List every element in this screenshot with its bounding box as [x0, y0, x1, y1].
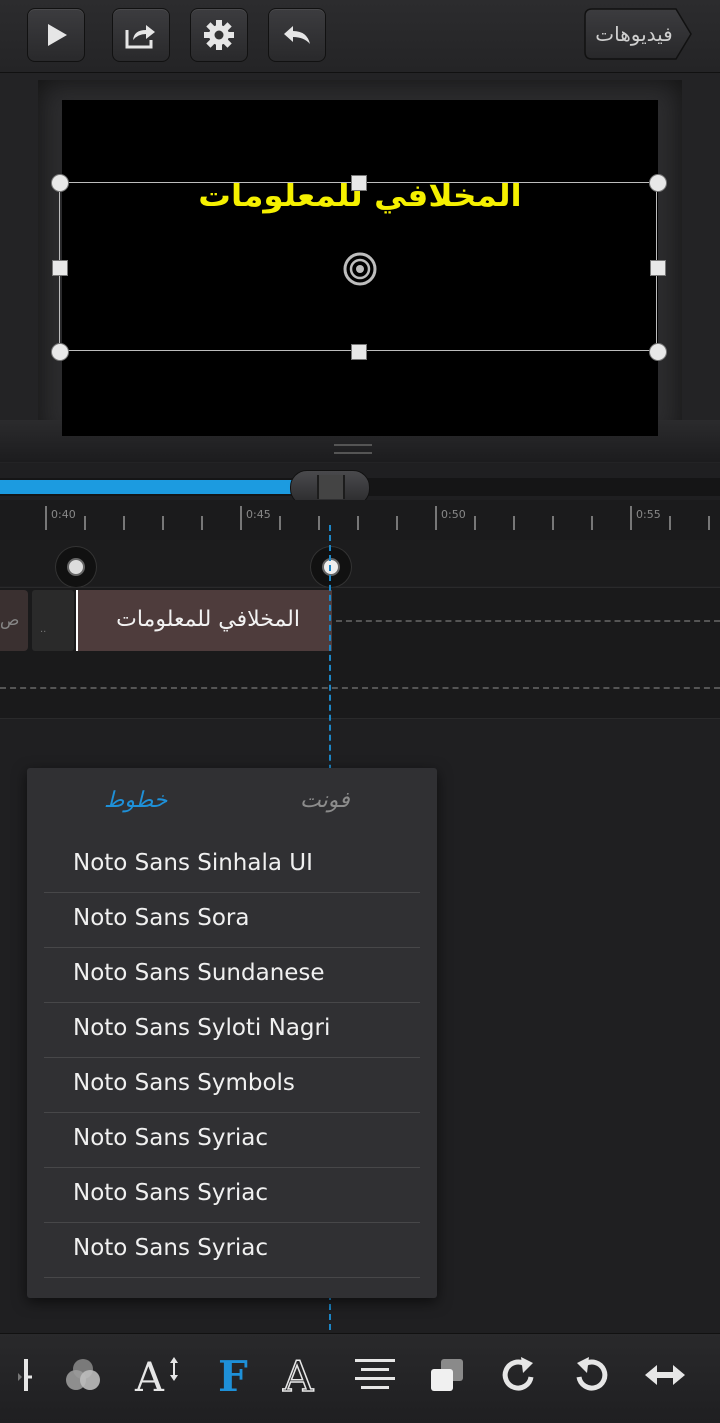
font-item-label: Noto Sans Sinhala UI [73, 850, 313, 876]
ruler-time-label: 0:40 [51, 508, 76, 521]
svg-text:A: A [134, 1355, 165, 1397]
undo-icon [284, 26, 310, 44]
resize-handle-bottom-right[interactable] [649, 343, 667, 361]
ruler-time-label: 0:55 [636, 508, 661, 521]
font-item-label: Noto Sans Syloti Nagri [73, 1015, 331, 1041]
font-icon: F [218, 1353, 248, 1397]
rotate-button[interactable] [564, 1350, 618, 1400]
resize-handle-top[interactable] [351, 175, 367, 191]
blend-icon [66, 1359, 100, 1390]
ruler-minor-tick [513, 516, 515, 530]
font-item[interactable]: Noto Sans Sinhala UI [44, 838, 420, 893]
font-item-label: Noto Sans Syriac [73, 1180, 269, 1206]
ruler-minor-tick [201, 516, 203, 530]
ruler-minor-tick [279, 516, 281, 530]
keyframe-row [0, 540, 720, 586]
ruler-time-label: 0:50 [441, 508, 466, 521]
ruler-major-tick [240, 506, 242, 530]
ruler-time-label: 0:45 [246, 508, 271, 521]
font-item-label: Noto Sans Sora [73, 905, 250, 931]
resize-handle-bottom-left[interactable] [51, 343, 69, 361]
ruler-minor-tick [669, 516, 671, 530]
ruler-minor-tick [708, 516, 710, 530]
ruler-minor-tick [162, 516, 164, 530]
keyframe-start[interactable] [56, 547, 96, 587]
ruler-major-tick [435, 506, 437, 530]
ruler-minor-tick [552, 516, 554, 530]
clip-title-text[interactable]: المخلافي للمعلومات [76, 590, 332, 651]
font-item-label: Noto Sans Sundanese [73, 960, 325, 986]
svg-text:F: F [218, 1353, 248, 1397]
resize-handle-right[interactable] [650, 260, 666, 276]
clip-short-label: .. [40, 624, 47, 635]
ruler-minor-tick [123, 516, 125, 530]
play-button[interactable] [27, 8, 85, 62]
outline-text-icon: A [281, 1353, 315, 1397]
font-item[interactable]: Noto Sans Symbols [44, 1058, 420, 1113]
flip-icon [645, 1365, 685, 1385]
share-button[interactable] [112, 8, 170, 62]
svg-text:A: A [282, 1353, 314, 1397]
redo-button[interactable] [492, 1350, 546, 1400]
text-size-icon: A [134, 1355, 178, 1397]
rotate-center-icon[interactable] [342, 251, 378, 287]
resize-handle-bottom[interactable] [351, 344, 367, 360]
ruler-minor-tick [84, 516, 86, 530]
outline-text-button[interactable]: A [274, 1350, 328, 1400]
ruler-minor-tick [318, 516, 320, 530]
videos-back-label: فيديوهات [595, 22, 673, 46]
text-size-button[interactable]: A [130, 1350, 184, 1400]
ruler-minor-tick [396, 516, 398, 530]
split-button[interactable] [0, 1350, 54, 1400]
share-icon [125, 25, 155, 49]
font-item[interactable]: Noto Sans Syriac [44, 1113, 420, 1168]
resize-handle-left[interactable] [52, 260, 68, 276]
resize-handle-top-left[interactable] [51, 174, 69, 192]
font-item-label: Noto Sans Syriac [73, 1125, 269, 1151]
font-item-label: Noto Sans Symbols [73, 1070, 295, 1096]
font-item[interactable]: Noto Sans Sora [44, 893, 420, 948]
font-item[interactable]: Noto Sans Sundanese [44, 948, 420, 1003]
tab-lines[interactable]: خطوط [104, 788, 167, 813]
font-item[interactable]: Noto Sans Syriac [44, 1168, 420, 1223]
align-button[interactable] [348, 1350, 402, 1400]
ruler-minor-tick [591, 516, 593, 530]
font-item[interactable]: Noto Sans Syloti Nagri [44, 1003, 420, 1058]
clip-short[interactable]: .. [32, 590, 74, 651]
undo-button[interactable] [268, 8, 326, 62]
gear-icon [204, 20, 234, 50]
redo-icon [502, 1357, 534, 1391]
font-item[interactable]: Noto Sans Syriac [44, 1223, 420, 1278]
tab-fonts[interactable]: فونت [300, 788, 350, 813]
clip-previous[interactable]: ص [0, 590, 28, 651]
track-divider [0, 687, 720, 689]
settings-button[interactable] [190, 8, 248, 62]
blend-button[interactable] [56, 1350, 110, 1400]
resize-handle-top-right[interactable] [649, 174, 667, 192]
clip-title-label: المخلافي للمعلومات [116, 607, 300, 632]
preview-resize-grip[interactable] [334, 444, 372, 454]
font-item-label: Noto Sans Syriac [73, 1235, 269, 1261]
keyframe-current[interactable] [311, 547, 351, 587]
track-divider [336, 620, 720, 622]
ruler-major-tick [630, 506, 632, 530]
play-icon [48, 24, 67, 46]
time-ruler[interactable]: 0:40 0:45 0:50 0:55 [0, 500, 720, 540]
split-icon [18, 1359, 32, 1391]
videos-back-button[interactable]: فيديوهات [584, 8, 692, 60]
layer-order-button[interactable] [420, 1350, 474, 1400]
align-icon [355, 1359, 395, 1389]
clip-previous-label: ص [0, 610, 20, 629]
progress-fill [0, 480, 302, 494]
rotate-icon [576, 1357, 608, 1391]
font-button[interactable]: F [205, 1350, 259, 1400]
ruler-minor-tick [474, 516, 476, 530]
layer-order-icon [431, 1359, 463, 1391]
ruler-major-tick [45, 506, 47, 530]
ruler-minor-tick [357, 516, 359, 530]
flip-button[interactable] [638, 1350, 692, 1400]
